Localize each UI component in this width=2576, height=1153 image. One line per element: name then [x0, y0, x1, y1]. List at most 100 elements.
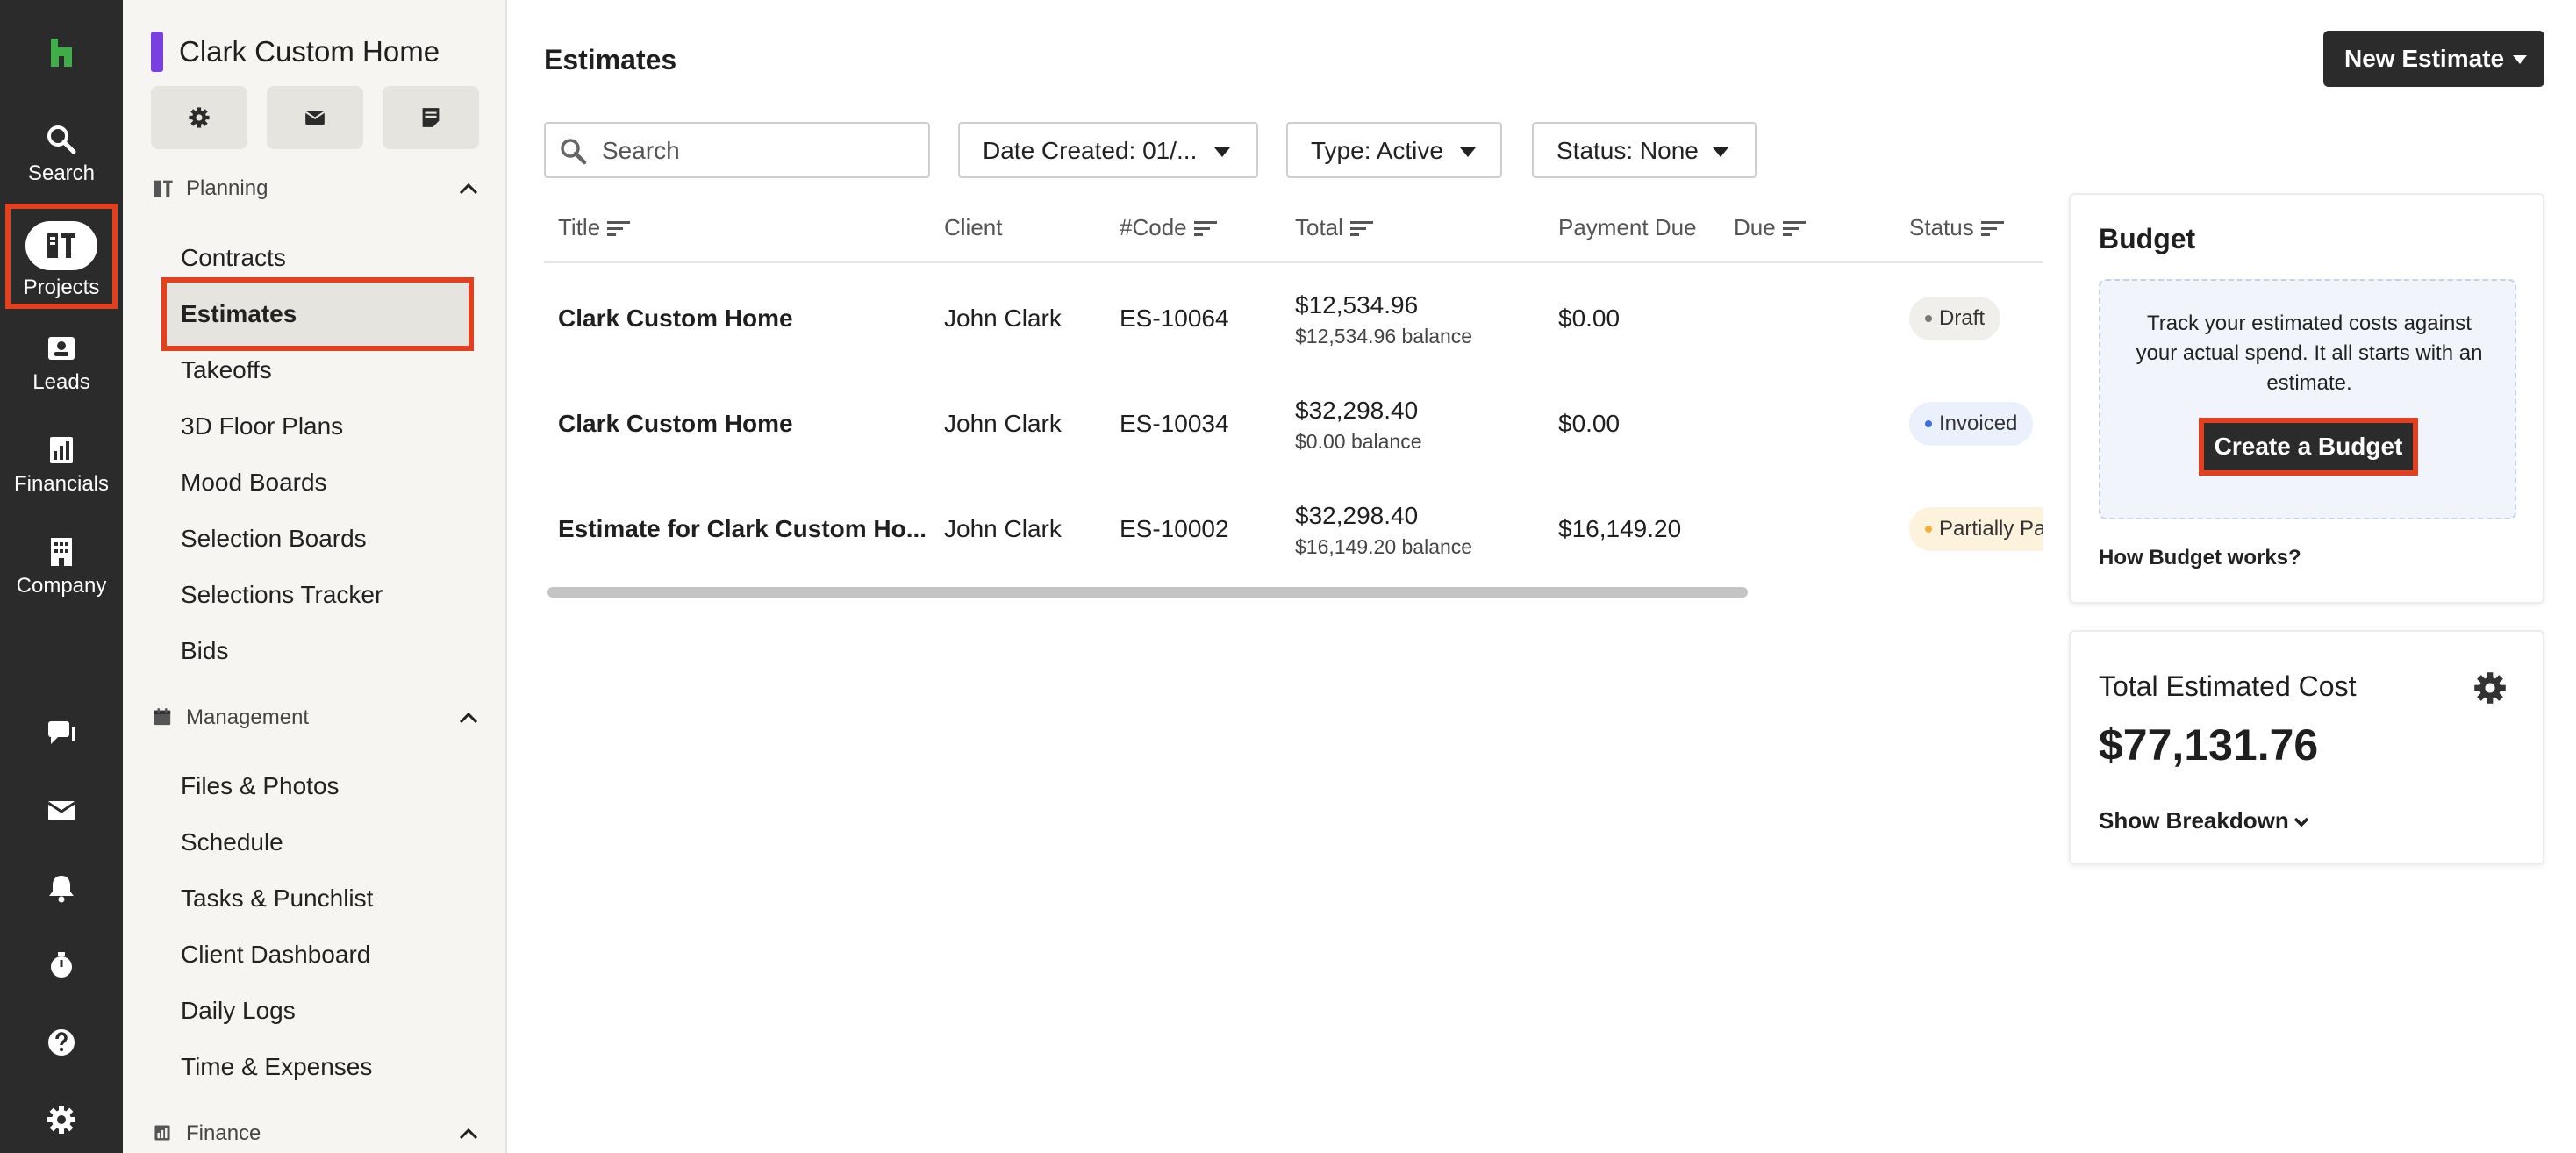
table-horizontal-scrollbar[interactable] — [547, 587, 1748, 598]
project-notes-button[interactable] — [383, 86, 479, 149]
timer-icon — [51, 952, 72, 978]
project-sidebar: Clark Custom Home Planning Contracts Est… — [123, 0, 507, 1153]
caret-down-icon — [2513, 55, 2527, 64]
row-code: ES-10064 — [1120, 304, 1229, 332]
project-title[interactable]: Clark Custom Home — [179, 35, 440, 68]
page-title: Estimates — [544, 44, 677, 75]
column-total-label: Total — [1295, 214, 1343, 240]
section-finance-header[interactable]: Finance — [153, 1118, 486, 1153]
status-badge-label: Invoiced — [1939, 412, 2018, 435]
column-total[interactable]: Total — [1295, 214, 1373, 241]
row-payment-due: $0.00 — [1558, 304, 1621, 332]
search-input[interactable] — [602, 136, 918, 166]
chevron-down-icon — [2293, 817, 2308, 827]
row-title[interactable]: Clark Custom Home — [558, 304, 793, 333]
rail-company[interactable]: Company — [0, 535, 123, 623]
column-payment-due[interactable]: Payment Due — [1558, 214, 1697, 241]
filter-status-label: Status: None — [1556, 137, 1699, 164]
status-badge-label: Partially Pa — [1939, 517, 2043, 541]
rail-search[interactable]: Search — [0, 123, 123, 211]
rail-financials-label: Financials — [13, 472, 110, 496]
filter-type-label: Type: Active — [1311, 137, 1443, 164]
rail-notifications[interactable] — [0, 872, 123, 908]
project-settings-button[interactable] — [151, 86, 247, 149]
chevron-up-icon — [459, 183, 478, 195]
settings-icon[interactable] — [2472, 670, 2508, 705]
column-status[interactable]: Status — [1909, 214, 2004, 241]
column-payment-due-label: Payment Due — [1558, 214, 1697, 240]
status-badge: Invoiced — [1909, 402, 2034, 446]
budget-empty-state: Track your estimated costs against your … — [2099, 279, 2516, 519]
row-total: $12,534.96 — [1295, 291, 1419, 319]
caret-down-icon — [1214, 147, 1230, 157]
row-payment-due: $0.00 — [1558, 410, 1621, 437]
create-budget-button[interactable]: Create a Budget — [2199, 418, 2418, 476]
section-management-label: Management — [186, 705, 310, 729]
rail-help[interactable] — [0, 1027, 123, 1063]
nav-contracts[interactable]: Contracts — [181, 244, 286, 272]
column-due[interactable]: Due — [1734, 214, 1806, 241]
section-planning-header[interactable]: Planning — [153, 173, 486, 208]
row-title[interactable]: Clark Custom Home — [558, 410, 793, 438]
new-estimate-button[interactable]: New Estimate — [2323, 31, 2544, 87]
rail-leads-label: Leads — [32, 370, 90, 394]
management-icon — [154, 708, 171, 726]
search-icon — [47, 125, 76, 154]
how-budget-works-link[interactable]: How Budget works? — [2099, 546, 2301, 570]
row-payment-due: $16,149.20 — [1558, 515, 1682, 542]
sort-icon — [1193, 221, 1217, 237]
houzz-logo-icon[interactable] — [44, 35, 79, 70]
mail-icon — [47, 801, 75, 820]
row-client: John Clark — [944, 410, 1062, 437]
budget-card: Budget Track your estimated costs agains… — [2069, 193, 2544, 604]
rail-timer[interactable] — [0, 949, 123, 985]
column-title[interactable]: Title — [558, 214, 631, 241]
rail-leads[interactable]: Leads — [0, 332, 123, 419]
column-code[interactable]: #Code — [1120, 214, 1217, 241]
row-code: ES-10002 — [1120, 515, 1229, 542]
rail-chat[interactable] — [0, 718, 123, 754]
section-finance-label: Finance — [186, 1121, 261, 1145]
column-title-label: Title — [558, 214, 601, 240]
nav-mood-boards[interactable]: Mood Boards — [181, 469, 327, 497]
table-header-divider — [544, 261, 2043, 263]
column-client-label: Client — [944, 214, 1003, 240]
filter-date-created[interactable]: Date Created: 01/... — [958, 122, 1258, 178]
filter-type[interactable]: Type: Active — [1286, 122, 1502, 178]
section-management-header[interactable]: Management — [153, 702, 486, 737]
nav-time-expenses[interactable]: Time & Expenses — [181, 1053, 372, 1081]
settings-icon — [47, 1106, 75, 1134]
nav-daily-logs[interactable]: Daily Logs — [181, 997, 296, 1025]
search-box[interactable] — [544, 122, 930, 178]
rail-financials[interactable]: Financials — [0, 433, 123, 521]
row-title[interactable]: Estimate for Clark Custom Ho... — [558, 515, 927, 543]
nav-tasks-punchlist[interactable]: Tasks & Punchlist — [181, 884, 373, 913]
nav-takeoffs[interactable]: Takeoffs — [181, 356, 272, 384]
total-estimated-cost-card: Total Estimated Cost $77,131.76 Show Bre… — [2069, 630, 2544, 865]
column-client[interactable]: Client — [944, 214, 1002, 241]
rail-mail[interactable] — [0, 795, 123, 831]
show-breakdown-toggle[interactable]: Show Breakdown — [2099, 807, 2310, 834]
row-balance: $12,534.96 balance — [1295, 325, 1473, 347]
nav-files-photos[interactable]: Files & Photos — [181, 772, 340, 800]
nav-3d-floor-plans[interactable]: 3D Floor Plans — [181, 412, 343, 440]
nav-selection-boards[interactable]: Selection Boards — [181, 525, 367, 553]
project-color-accent — [151, 32, 163, 72]
search-icon — [561, 139, 587, 165]
nav-selections-tracker[interactable]: Selections Tracker — [181, 581, 383, 609]
rail-settings[interactable] — [0, 1104, 123, 1140]
nav-client-dashboard[interactable]: Client Dashboard — [181, 941, 370, 969]
nav-schedule[interactable]: Schedule — [181, 828, 283, 856]
filter-status[interactable]: Status: None — [1532, 122, 1757, 178]
chat-icon — [48, 721, 75, 744]
row-total: $32,298.40 — [1295, 502, 1419, 529]
chevron-up-icon — [459, 1128, 478, 1140]
chevron-up-icon — [459, 712, 478, 724]
nav-bids[interactable]: Bids — [181, 637, 228, 665]
budget-description: Track your estimated costs against your … — [2136, 312, 2483, 395]
row-client: John Clark — [944, 515, 1062, 542]
status-dot — [1925, 420, 1932, 427]
mail-icon — [304, 111, 326, 125]
project-mail-button[interactable] — [267, 86, 363, 149]
row-client: John Clark — [944, 304, 1062, 332]
